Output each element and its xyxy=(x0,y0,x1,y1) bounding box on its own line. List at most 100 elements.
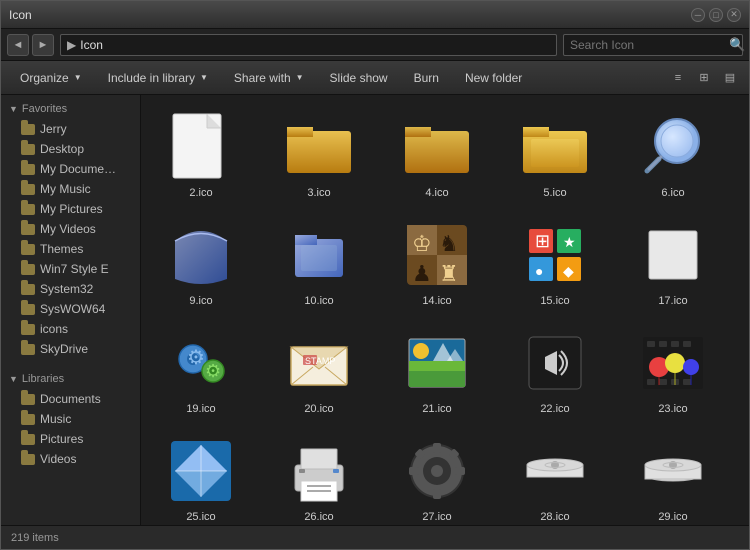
file-item-5ico[interactable]: 5.ico xyxy=(505,105,605,205)
burn-button[interactable]: Burn xyxy=(403,65,450,91)
file-item-6ico[interactable]: 6.ico xyxy=(623,105,723,205)
sidebar-item-mypictures[interactable]: My Pictures xyxy=(1,199,140,219)
favorites-section: ▼ Favorites Jerry Desktop My Docume… xyxy=(1,99,140,359)
main-window: Icon ─ □ ✕ ◄ ► ▶ Icon 🔍 Organize ▼ Inclu… xyxy=(0,0,750,550)
back-button[interactable]: ◄ xyxy=(7,34,29,56)
slide-show-button[interactable]: Slide show xyxy=(319,65,399,91)
svg-text:STAMP: STAMP xyxy=(305,356,335,366)
file-label-3ico: 3.ico xyxy=(307,187,330,199)
file-item-26ico[interactable]: 26.ico xyxy=(269,429,369,525)
svg-text:★: ★ xyxy=(563,234,576,250)
file-item-27ico[interactable]: 27.ico xyxy=(387,429,487,525)
file-item-9ico[interactable]: 9.ico xyxy=(151,213,251,313)
sidebar-item-win7[interactable]: Win7 Style E xyxy=(1,259,140,279)
search-box[interactable]: 🔍 xyxy=(563,34,743,56)
file-item-14ico[interactable]: ♔ ♞ ♟ ♜ 14.ico xyxy=(387,213,487,313)
view-details-button[interactable]: ≡ xyxy=(667,67,689,89)
file-label-9ico: 9.ico xyxy=(189,295,212,307)
file-item-19ico[interactable]: ⚙ ⚙ 19.ico xyxy=(151,321,251,421)
sidebar-item-documents[interactable]: Documents xyxy=(1,389,140,409)
share-with-dropdown-arrow: ▼ xyxy=(296,73,304,82)
file-item-3ico[interactable]: 3.ico xyxy=(269,105,369,205)
folder-icon xyxy=(21,204,35,215)
file-icon-3ico xyxy=(283,111,355,183)
sidebar-item-jerry[interactable]: Jerry xyxy=(1,119,140,139)
file-label-20ico: 20.ico xyxy=(304,403,333,415)
minimize-button[interactable]: ─ xyxy=(691,8,705,22)
sidebar-item-system32[interactable]: System32 xyxy=(1,279,140,299)
search-input[interactable] xyxy=(570,38,725,52)
title-bar-controls: ─ □ ✕ xyxy=(691,8,741,22)
sidebar-item-themes[interactable]: Themes xyxy=(1,239,140,259)
file-icon-23ico xyxy=(637,327,709,399)
file-label-17ico: 17.ico xyxy=(658,295,687,307)
organize-label: Organize xyxy=(20,71,69,85)
file-item-4ico[interactable]: 4.ico xyxy=(387,105,487,205)
close-button[interactable]: ✕ xyxy=(727,8,741,22)
file-item-24ico[interactable]: ⚙ 24.ico xyxy=(741,321,749,421)
forward-button[interactable]: ► xyxy=(32,34,54,56)
address-path[interactable]: ▶ Icon xyxy=(60,34,557,56)
svg-text:♔: ♔ xyxy=(412,231,432,256)
folder-icon xyxy=(21,304,35,315)
sidebar-item-pictures[interactable]: Pictures xyxy=(1,429,140,449)
organize-dropdown-arrow: ▼ xyxy=(74,73,82,82)
sidebar-item-myvideos[interactable]: My Videos xyxy=(1,219,140,239)
file-label-28ico: 28.ico xyxy=(540,511,569,523)
file-item-8ico[interactable]: 🔍 8.ico xyxy=(741,105,749,205)
file-item-25ico[interactable]: 25.ico xyxy=(151,429,251,525)
file-item-10ico[interactable]: 10.ico xyxy=(269,213,369,313)
svg-text:◆: ◆ xyxy=(563,263,574,279)
sidebar-item-syswow64[interactable]: SysWOW64 xyxy=(1,299,140,319)
nav-buttons: ◄ ► xyxy=(7,34,54,56)
libraries-header[interactable]: ▼ Libraries xyxy=(1,369,140,389)
sidebar-item-mydocuments[interactable]: My Docume… xyxy=(1,159,140,179)
sidebar-item-label: icons xyxy=(40,322,68,336)
file-item-22ico[interactable]: 22.ico xyxy=(505,321,605,421)
new-folder-button[interactable]: New folder xyxy=(454,65,533,91)
view-list-button[interactable]: ▤ xyxy=(719,67,741,89)
svg-text:♞: ♞ xyxy=(439,231,459,256)
folder-icon xyxy=(21,224,35,235)
file-label-29ico: 29.ico xyxy=(658,511,687,523)
file-label-23ico: 23.ico xyxy=(658,403,687,415)
sidebar-item-label: My Music xyxy=(40,182,91,196)
file-icon-26ico xyxy=(283,435,355,507)
sidebar-item-icons[interactable]: icons xyxy=(1,319,140,339)
toolbar-view-controls: ≡ ⊞ ▤ xyxy=(667,67,741,89)
file-item-2ico[interactable]: 2.ico xyxy=(151,105,251,205)
file-icon-17ico xyxy=(637,219,709,291)
file-icon-27ico xyxy=(401,435,473,507)
file-grid: 2.ico xyxy=(151,105,739,525)
file-icon-5ico xyxy=(519,111,591,183)
sidebar-item-skydrive[interactable]: SkyDrive xyxy=(1,339,140,359)
view-grid-button[interactable]: ⊞ xyxy=(693,67,715,89)
file-item-20ico[interactable]: STAMP 20.ico xyxy=(269,321,369,421)
file-item-15ico[interactable]: ⊞ ★ ● ◆ 15.ico xyxy=(505,213,605,313)
sidebar-item-videos[interactable]: Videos xyxy=(1,449,140,469)
sidebar-item-music[interactable]: Music xyxy=(1,409,140,429)
file-label-21ico: 21.ico xyxy=(422,403,451,415)
svg-text:⊞: ⊞ xyxy=(535,231,550,251)
file-item-21ico[interactable]: 21.ico xyxy=(387,321,487,421)
file-item-17ico[interactable]: 17.ico xyxy=(623,213,723,313)
file-icon-19ico: ⚙ ⚙ xyxy=(165,327,237,399)
organize-button[interactable]: Organize ▼ xyxy=(9,65,93,91)
sidebar-item-label: SkyDrive xyxy=(40,342,88,356)
file-item-29ico[interactable]: 29.ico xyxy=(623,429,723,525)
include-library-button[interactable]: Include in library ▼ xyxy=(97,65,219,91)
folder-icon xyxy=(21,144,35,155)
file-item-23ico[interactable]: 23.ico xyxy=(623,321,723,421)
maximize-button[interactable]: □ xyxy=(709,8,723,22)
sidebar-item-mymusic[interactable]: My Music xyxy=(1,179,140,199)
file-item-18ico[interactable]: 18.ico xyxy=(741,213,749,313)
include-library-label: Include in library xyxy=(108,71,195,85)
file-item-30ico[interactable]: 30.ico xyxy=(741,429,749,525)
sidebar-item-desktop[interactable]: Desktop xyxy=(1,139,140,159)
share-with-button[interactable]: Share with ▼ xyxy=(223,65,315,91)
sidebar: ▼ Favorites Jerry Desktop My Docume… xyxy=(1,95,141,525)
file-icon-4ico xyxy=(401,111,473,183)
favorites-header[interactable]: ▼ Favorites xyxy=(1,99,140,119)
file-item-28ico[interactable]: 28.ico xyxy=(505,429,605,525)
libraries-chevron: ▼ xyxy=(9,374,18,384)
